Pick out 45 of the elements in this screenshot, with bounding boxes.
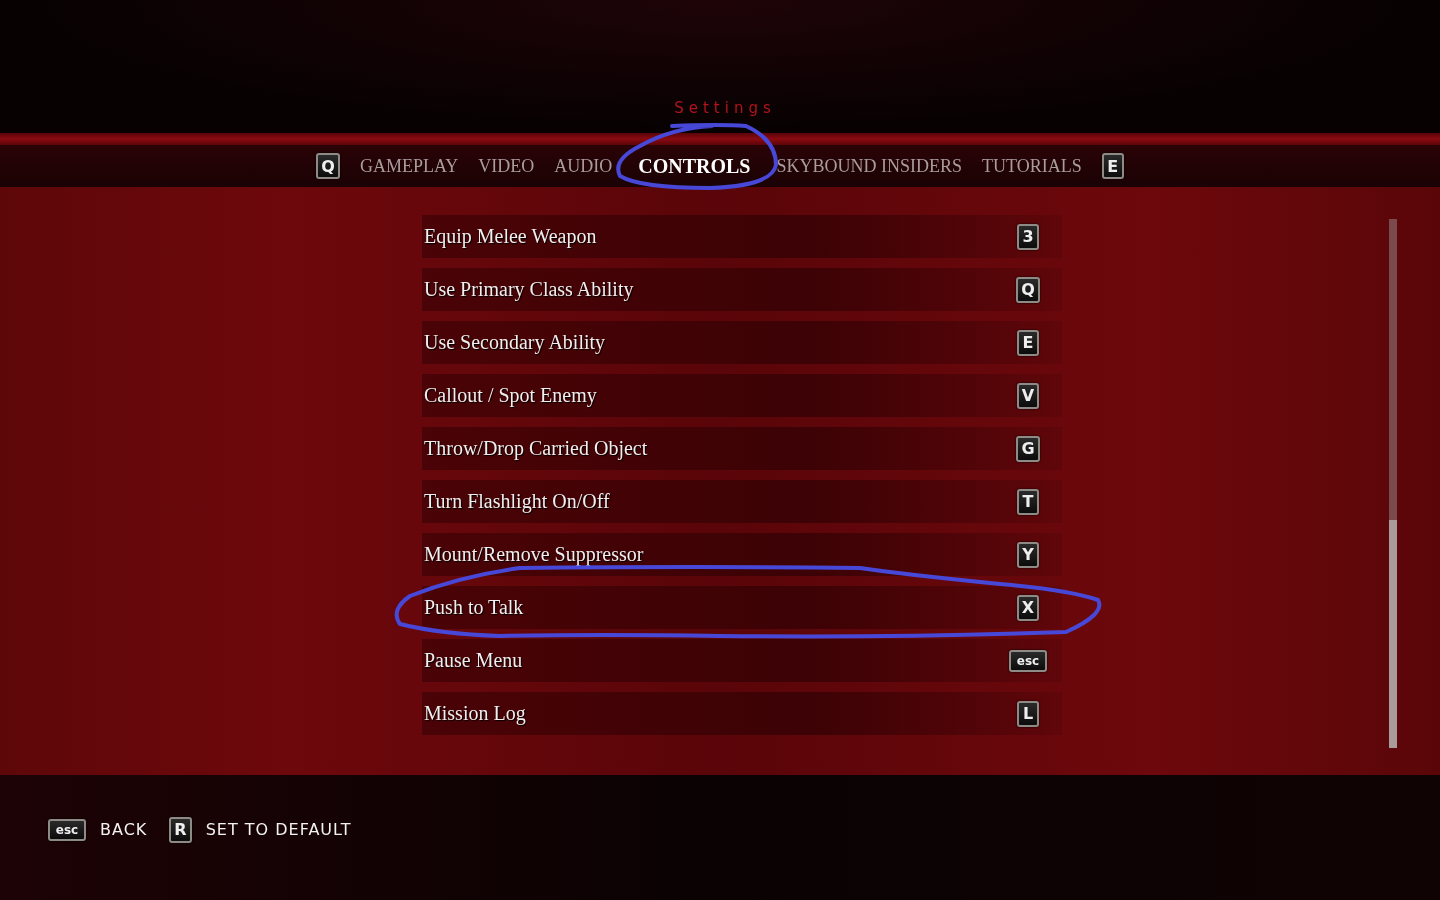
footer-key[interactable]: R xyxy=(169,816,192,843)
key-binding[interactable]: E xyxy=(1017,329,1039,356)
binding-row[interactable]: Use Secondary Ability E xyxy=(422,321,1062,364)
footer-hint: BACK xyxy=(100,820,148,839)
key-binding[interactable]: X xyxy=(1016,594,1040,621)
key-binding[interactable]: L xyxy=(1017,700,1039,727)
previous-tab-key[interactable]: Q xyxy=(316,153,340,179)
binding-row[interactable]: Callout / Spot Enemy V xyxy=(422,374,1062,417)
key-binding[interactable]: T xyxy=(1017,488,1039,515)
next-tab-key[interactable]: E xyxy=(1101,153,1124,179)
tab[interactable]: TUTORIALS xyxy=(982,155,1082,177)
scrollbar-thumb[interactable] xyxy=(1389,520,1397,748)
action-label: Throw/Drop Carried Object xyxy=(424,437,648,460)
key-binding[interactable]: esc xyxy=(1009,649,1047,672)
action-label: Mission Log xyxy=(424,702,526,725)
key-binding[interactable]: Y xyxy=(1017,541,1039,568)
tab[interactable]: CONTROLS xyxy=(638,154,751,178)
action-label: Use Primary Class Ability xyxy=(424,278,634,301)
key-binding[interactable]: G xyxy=(1016,435,1040,462)
binding-row[interactable]: Turn Flashlight On/Off T xyxy=(422,480,1062,523)
binding-row[interactable]: Equip Melee Weapon 3 xyxy=(422,215,1062,258)
scrollbar-track[interactable] xyxy=(1389,219,1397,748)
action-label: Callout / Spot Enemy xyxy=(424,384,597,407)
key-binding[interactable]: 3 xyxy=(1017,223,1039,250)
footer-hint: SET TO DEFAULT xyxy=(205,820,352,839)
key-binding[interactable]: Q xyxy=(1016,276,1040,303)
action-label: Turn Flashlight On/Off xyxy=(424,490,610,513)
binding-row[interactable]: Push to Talk X xyxy=(422,586,1062,629)
action-label: Pause Menu xyxy=(424,649,523,672)
binding-row[interactable]: Use Primary Class Ability Q xyxy=(422,268,1062,311)
action-label: Equip Melee Weapon xyxy=(424,225,597,248)
action-label: Push to Talk xyxy=(424,596,524,619)
settings-title: Settings xyxy=(674,99,776,117)
binding-row[interactable]: Throw/Drop Carried Object G xyxy=(422,427,1062,470)
action-label: Use Secondary Ability xyxy=(424,331,606,354)
binding-row[interactable]: Mount/Remove Suppressor Y xyxy=(422,533,1062,576)
footer-key[interactable]: esc xyxy=(48,818,86,841)
tab[interactable]: AUDIO xyxy=(554,155,613,177)
binding-row[interactable]: Mission Log L xyxy=(422,692,1062,735)
action-label: Mount/Remove Suppressor xyxy=(424,543,644,566)
tab[interactable]: VIDEO xyxy=(478,155,535,177)
binding-row[interactable]: Pause Menu esc xyxy=(422,639,1062,682)
key-binding[interactable]: V xyxy=(1016,382,1040,409)
tab[interactable]: GAMEPLAY xyxy=(359,155,459,177)
tab[interactable]: SKYBOUND INSIDERS xyxy=(776,155,963,177)
